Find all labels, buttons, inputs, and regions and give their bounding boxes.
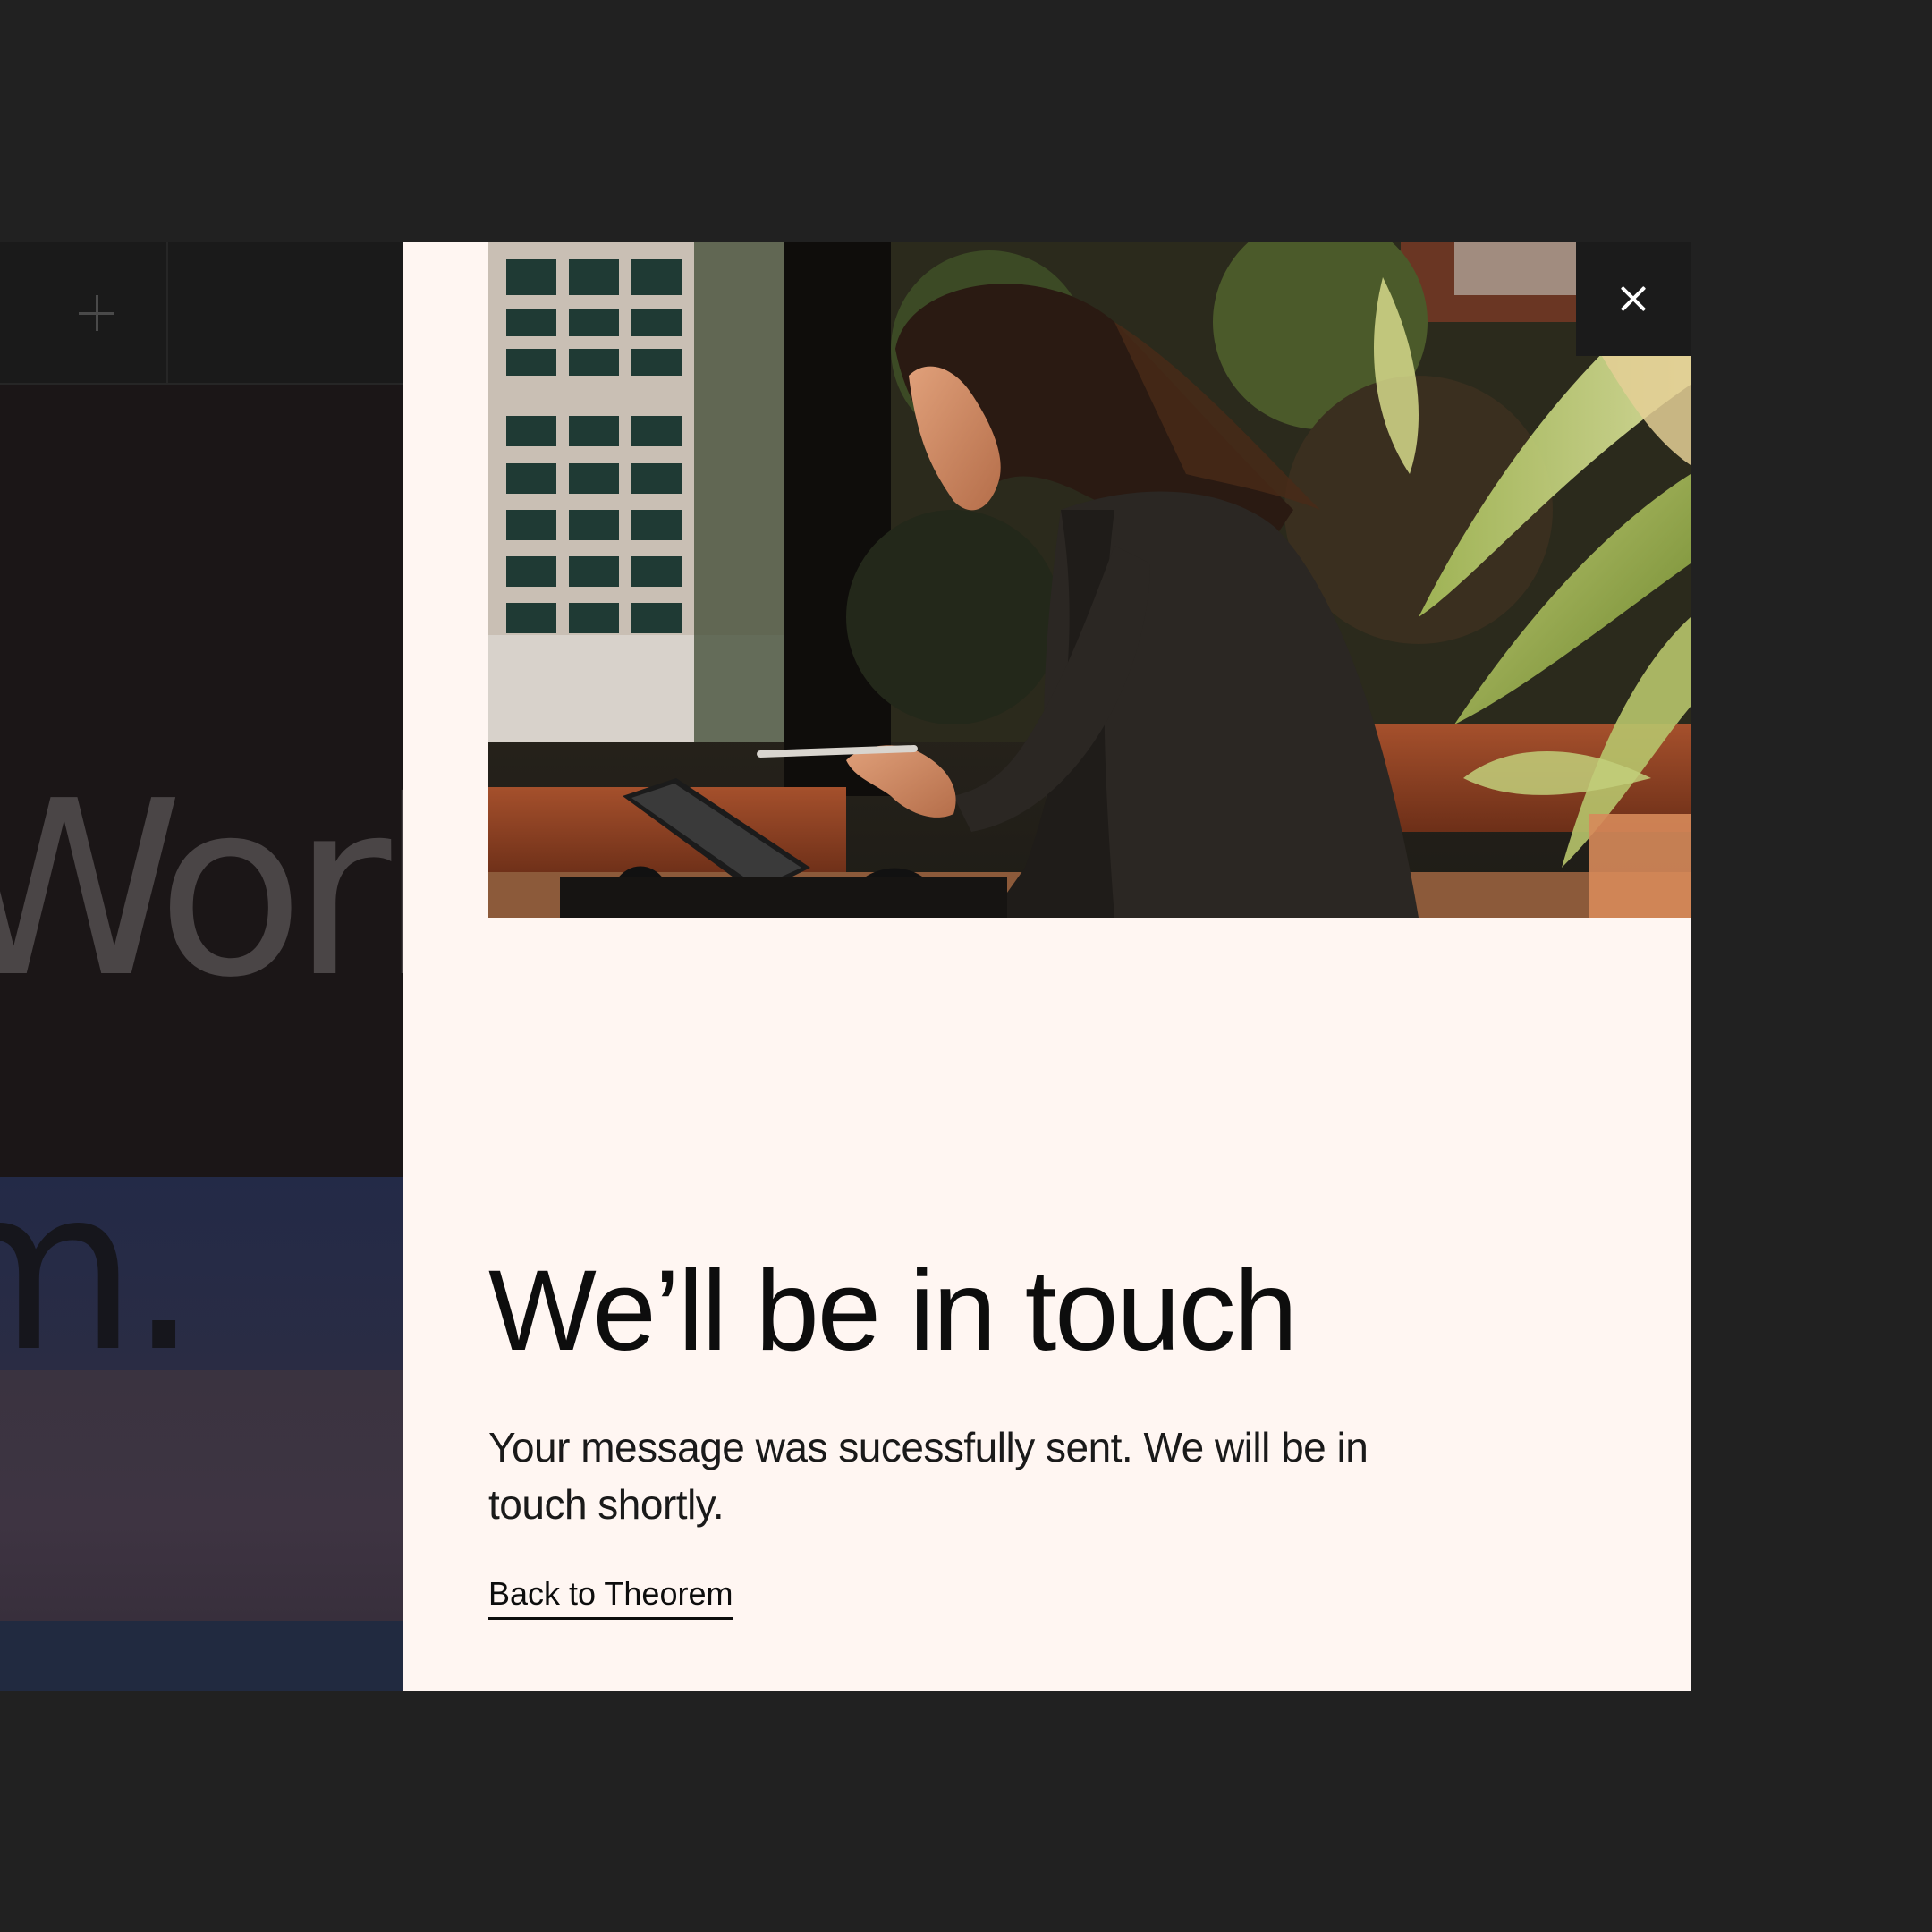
background-band-mauve xyxy=(0,1370,402,1621)
background-page: World m. xyxy=(0,242,402,1690)
background-band-blue: m. xyxy=(0,1177,402,1370)
screen: World m. xyxy=(0,0,1932,1932)
close-icon xyxy=(1621,286,1646,311)
topbar-divider xyxy=(166,242,168,383)
modal-title: We’ll be in touch xyxy=(488,1247,1298,1375)
modal-message: Your message was sucessfully sent. We wi… xyxy=(488,1424,1368,1528)
background-hero-word: World xyxy=(0,749,402,1030)
back-to-theorem-link[interactable]: Back to Theorem xyxy=(488,1574,733,1620)
background-band-word: m. xyxy=(0,1177,199,1370)
modal-photo xyxy=(488,242,1690,918)
close-button[interactable] xyxy=(1576,242,1690,356)
background-band-navy xyxy=(0,1621,402,1690)
success-modal: We’ll be in touch Your message was suces… xyxy=(402,242,1690,1690)
background-hero: World xyxy=(0,385,402,1177)
photo-illustration xyxy=(488,242,1690,918)
plus-icon xyxy=(79,295,114,331)
background-topbar xyxy=(0,242,402,385)
